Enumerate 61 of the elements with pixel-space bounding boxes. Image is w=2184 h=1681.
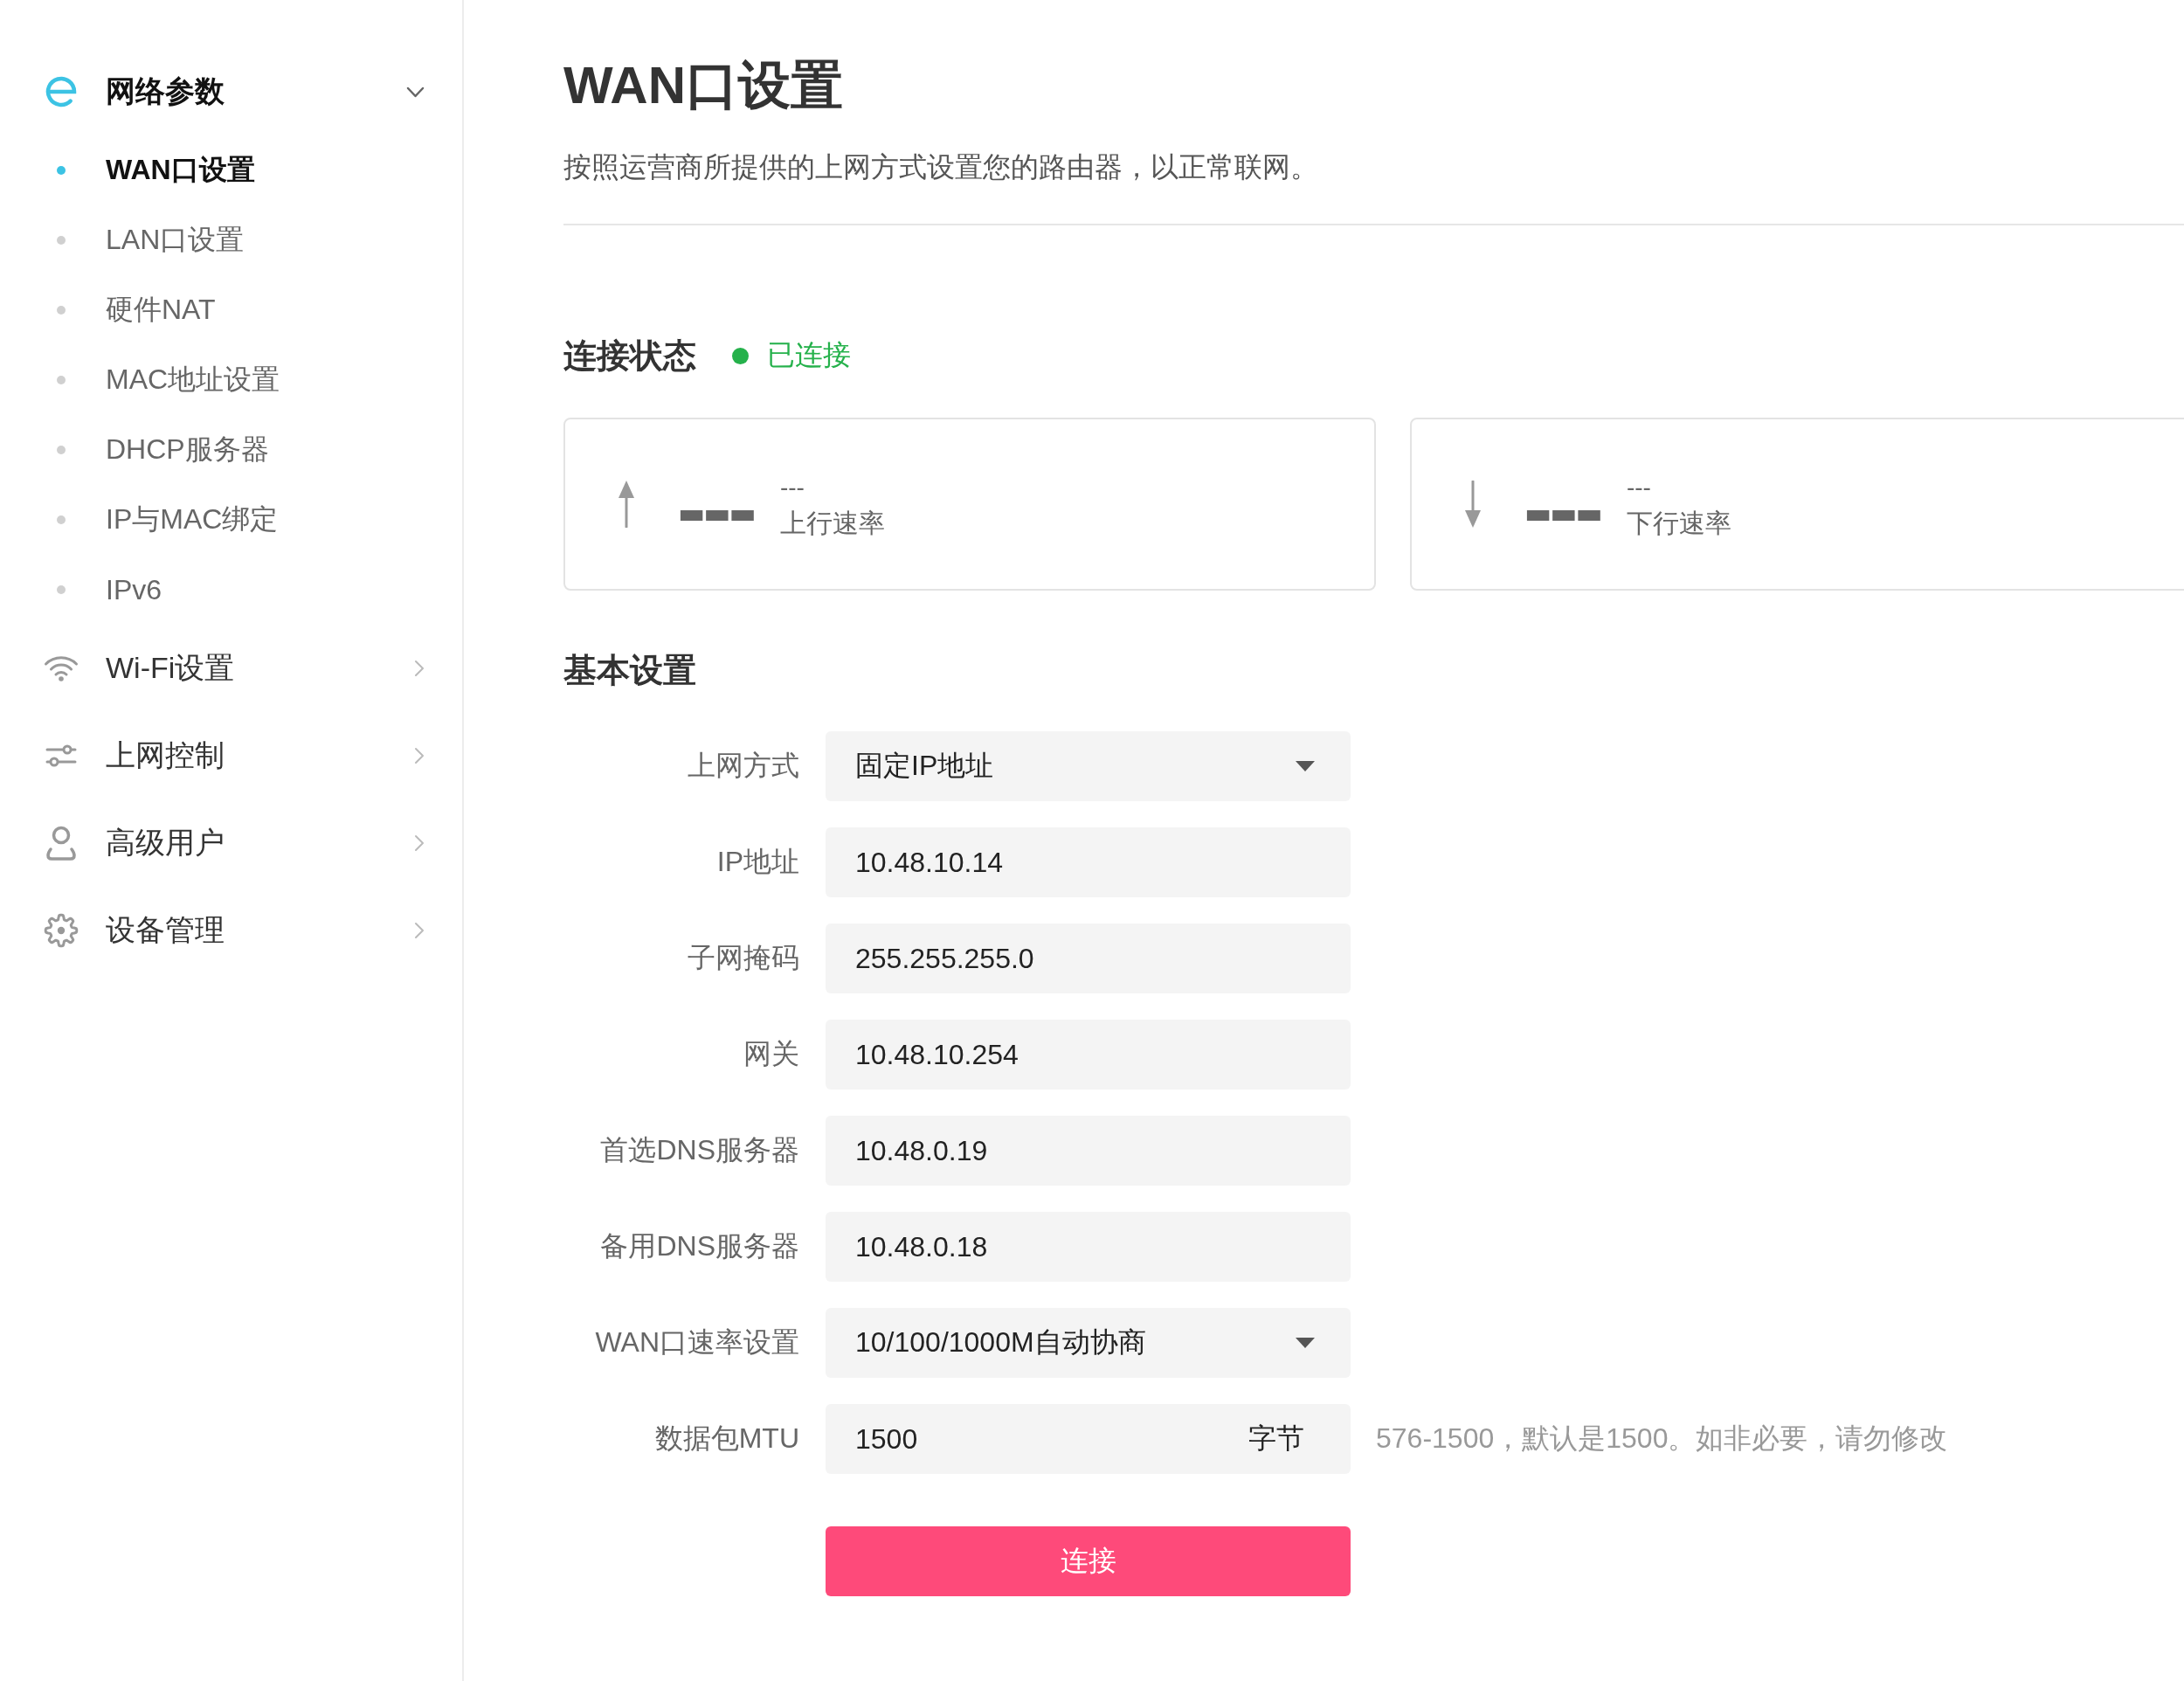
bullet-dot-icon: [57, 306, 66, 315]
sidebar-subitem[interactable]: WAN口设置: [44, 135, 425, 205]
input-field[interactable]: 10.48.10.254: [826, 1020, 1351, 1090]
settings-icon: [44, 913, 79, 948]
sidebar-group[interactable]: Wi-Fi设置: [44, 633, 425, 703]
sidebar-group[interactable]: 网络参数: [44, 57, 425, 127]
sidebar-group[interactable]: 设备管理: [44, 896, 425, 965]
field-label: 网关: [743, 1037, 799, 1071]
field-label: 备用DNS服务器: [600, 1229, 799, 1263]
input-field[interactable]: 10.48.10.14: [826, 827, 1351, 897]
sidebar-subitem[interactable]: MAC地址设置: [44, 345, 425, 415]
bullet-dot-icon: [57, 236, 66, 245]
wifi-icon: [44, 655, 79, 681]
speed-value: ---: [677, 464, 754, 551]
sidebar-subitem[interactable]: IP与MAC绑定: [44, 485, 425, 555]
hint-text: 576-1500，默认是1500。如非必要，请勿修改: [1376, 1422, 1948, 1456]
caret-down-icon: [1296, 761, 1315, 771]
sidebar-subitem[interactable]: LAN口设置: [44, 205, 425, 275]
chevron-down-icon: [406, 86, 425, 98]
field-label: 子网掩码: [688, 941, 799, 975]
field-label: IP地址: [716, 845, 799, 879]
field-label: 首选DNS服务器: [600, 1133, 799, 1167]
bullet-dot-icon: [57, 446, 66, 454]
speed-unit: ---: [1626, 473, 1652, 502]
page-description: 按照运营商所提供的上网方式设置您的路由器，以正常联网。: [563, 150, 1318, 184]
section-heading: 连接状态: [563, 336, 696, 376]
select-field[interactable]: 固定IP地址: [826, 731, 1351, 801]
sidebar-group[interactable]: 上网控制: [44, 721, 425, 791]
input-field[interactable]: 10.48.0.19: [826, 1116, 1351, 1186]
input-field[interactable]: 255.255.255.0: [826, 924, 1351, 993]
speed-label: 下行速率: [1626, 508, 1731, 539]
up-arrow-icon: [618, 481, 635, 528]
sidebar-subitem[interactable]: 硬件NAT: [44, 275, 425, 345]
speed-unit: ---: [779, 473, 805, 502]
sidebar-subitem[interactable]: DHCP服务器: [44, 415, 425, 485]
section-heading: 基本设置: [563, 651, 696, 690]
speed-value: ---: [1524, 464, 1600, 551]
select-field[interactable]: 10/100/1000M自动协商: [826, 1308, 1351, 1378]
logo-icon: [44, 76, 79, 107]
sidebar-subitem[interactable]: IPv6: [44, 555, 425, 625]
connection-status: 已连接: [767, 338, 851, 372]
bullet-dot-icon: [57, 585, 66, 594]
chevron-right-icon: [414, 747, 425, 764]
bullet-dot-icon: [57, 376, 66, 384]
field-label: 数据包MTU: [654, 1422, 799, 1456]
bullet-dot-icon: [57, 515, 66, 524]
sidebar-group[interactable]: 高级用户: [44, 808, 425, 878]
speed-label: 上行速率: [779, 508, 885, 539]
input-field[interactable]: 1500 字节: [826, 1404, 1351, 1474]
bullet-dot-icon: [57, 166, 66, 175]
input-field[interactable]: 10.48.0.18: [826, 1212, 1351, 1282]
user-icon: [45, 826, 77, 861]
chevron-right-icon: [414, 922, 425, 939]
down-arrow-icon: [1464, 481, 1482, 528]
sliders-icon: [45, 744, 77, 767]
chevron-right-icon: [414, 834, 425, 852]
caret-down-icon: [1296, 1338, 1315, 1348]
field-label: 上网方式: [688, 749, 799, 783]
chevron-right-icon: [414, 660, 425, 677]
page-title: WAN口设置: [563, 55, 843, 116]
field-label: WAN口速率设置: [595, 1325, 799, 1359]
